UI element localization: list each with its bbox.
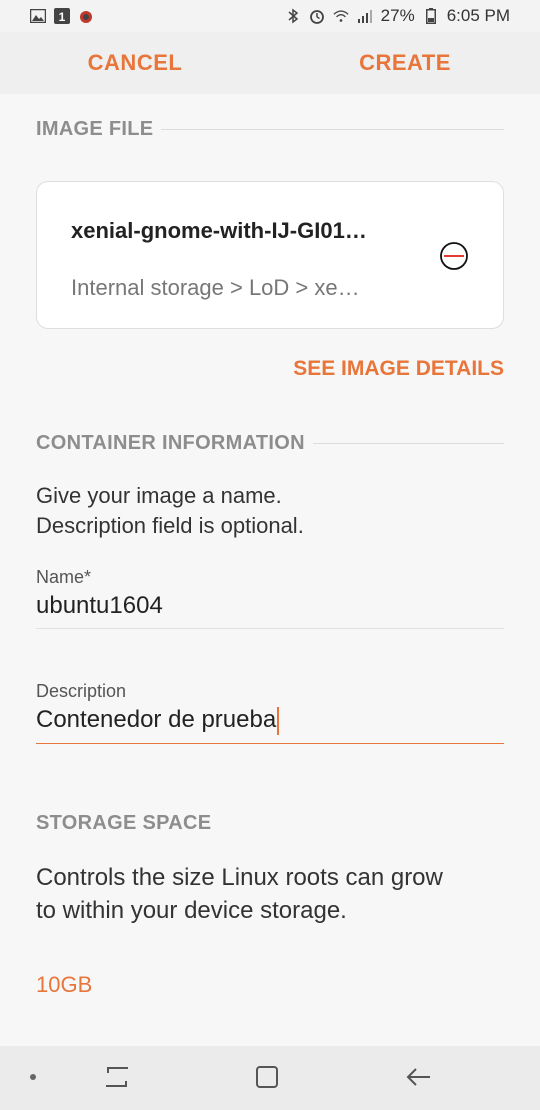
name-field: Name* ubuntu1604 (36, 567, 504, 629)
action-bar: CANCEL CREATE (0, 32, 540, 94)
bluetooth-icon (285, 8, 301, 24)
image-file-header-label: IMAGE FILE (36, 118, 154, 140)
gallery-icon (30, 8, 46, 24)
storage-description: Controls the size Linux roots can grow t… (36, 861, 504, 927)
image-file-name: xenial-gnome-with-IJ-GI01… (71, 218, 367, 243)
description-line: Description field is optional. (36, 513, 304, 538)
navigation-bar (0, 1046, 540, 1110)
description-input[interactable]: Contenedor de prueba (36, 706, 504, 744)
container-info-header-label: CONTAINER INFORMATION (36, 432, 305, 454)
divider (312, 443, 504, 444)
alarm-icon (309, 8, 325, 24)
status-left-icons: 1 (30, 8, 94, 24)
remove-circle-icon[interactable] (439, 241, 469, 271)
home-icon[interactable] (252, 1062, 282, 1092)
name-field-label: Name* (36, 567, 92, 587)
app-icon: 1 (54, 8, 70, 24)
description-field: Description Contenedor de prueba (36, 681, 504, 744)
create-button[interactable]: CREATE (270, 50, 540, 76)
status-right-icons: 27% 6:05 PM (285, 6, 510, 26)
image-file-card[interactable]: xenial-gnome-with-IJ-GI01… Internal stor… (36, 181, 504, 329)
description-input-text: Contenedor de prueba (36, 706, 277, 733)
recent-apps-icon[interactable] (102, 1062, 132, 1092)
storage-size-value[interactable]: 10GB (36, 972, 504, 998)
divider (161, 129, 504, 130)
dot-icon[interactable] (18, 1062, 48, 1092)
image-file-header: IMAGE FILE (36, 118, 504, 141)
description-line: to within your device storage. (36, 896, 347, 924)
svg-text:1: 1 (59, 10, 66, 24)
container-info-header: CONTAINER INFORMATION (36, 432, 504, 455)
see-image-details-button[interactable]: SEE IMAGE DETAILS (36, 357, 504, 381)
battery-percent: 27% (380, 6, 415, 25)
description-line: Give your image a name. (36, 483, 282, 508)
container-info-description: Give your image a name. Description fiel… (36, 481, 504, 541)
form-content: IMAGE FILE xenial-gnome-with-IJ-GI01… In… (36, 94, 504, 998)
bug-icon (78, 8, 94, 24)
name-input[interactable]: ubuntu1604 (36, 592, 504, 629)
description-line: Controls the size Linux roots can grow (36, 863, 443, 891)
status-bar: 1 27% 6:05 PM (0, 0, 540, 32)
cancel-button[interactable]: CANCEL (0, 50, 270, 76)
signal-icon (357, 8, 373, 24)
clock: 6:05 PM (446, 6, 510, 25)
wifi-icon (333, 8, 349, 24)
battery-icon (423, 8, 439, 24)
text-caret (277, 706, 280, 735)
image-file-path: Internal storage > LoD > xe… (71, 275, 360, 300)
storage-space-header: STORAGE SPACE (36, 812, 504, 835)
description-field-label: Description (36, 681, 127, 701)
back-icon[interactable] (404, 1062, 434, 1092)
storage-space-header-label: STORAGE SPACE (36, 811, 212, 834)
